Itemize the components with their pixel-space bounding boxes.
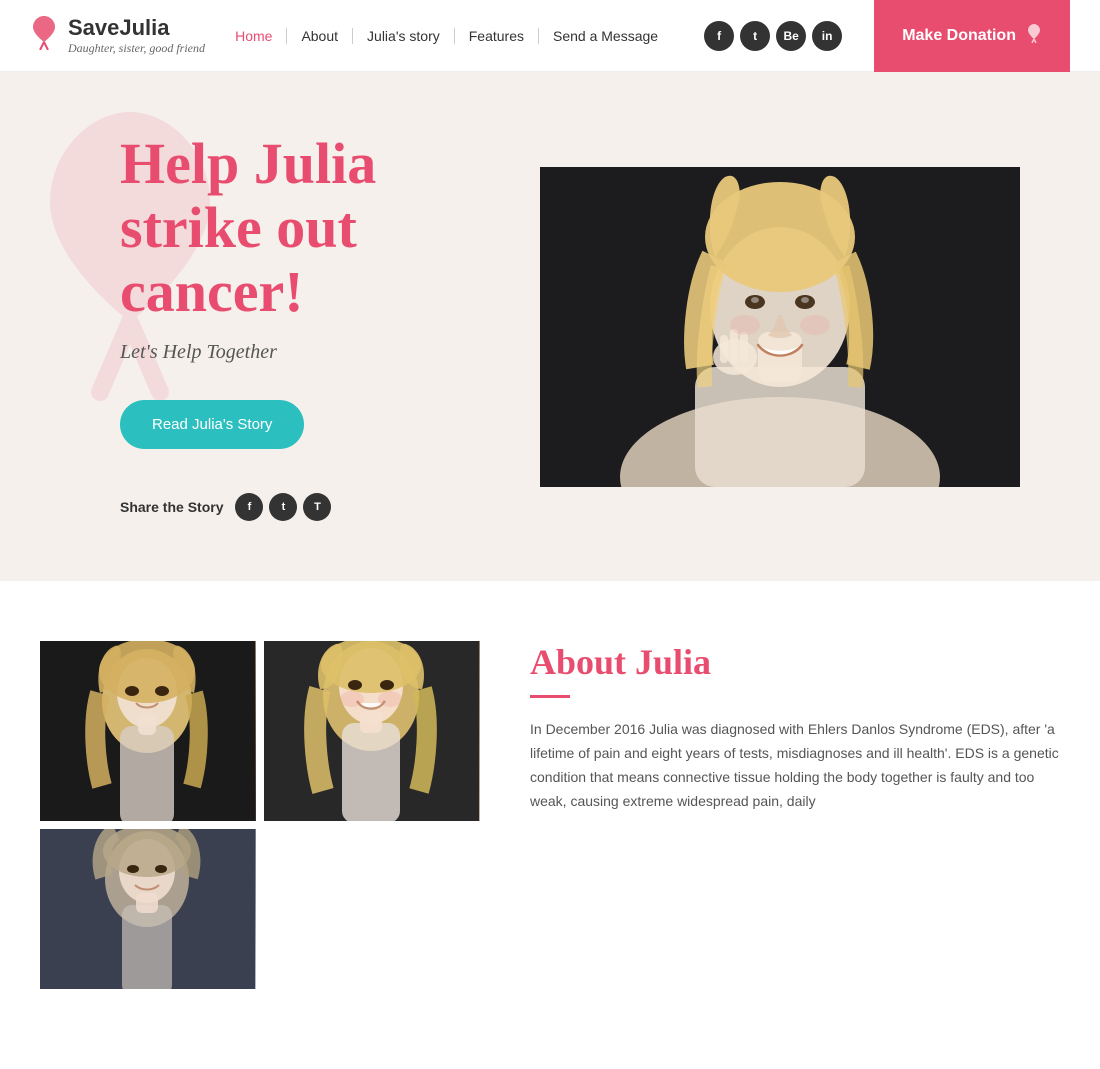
twitter-icon[interactable]: t <box>740 21 770 51</box>
about-text: In December 2016 Julia was diagnosed wit… <box>530 718 1060 813</box>
donate-ribbon-icon <box>1026 23 1042 48</box>
nav-send-message[interactable]: Send a Message <box>539 28 672 44</box>
share-icons: f t T <box>235 493 331 521</box>
share-label: Share the Story <box>120 499 223 515</box>
behance-icon[interactable]: Be <box>776 21 806 51</box>
header-social-icons: f t Be in <box>704 21 842 51</box>
share-section: Share the Story f t T <box>120 493 540 521</box>
about-divider <box>530 695 570 698</box>
donate-button[interactable]: Make Donation <box>874 0 1070 72</box>
read-story-button[interactable]: Read Julia's Story <box>120 400 304 449</box>
share-facebook-icon[interactable]: f <box>235 493 263 521</box>
logo: SaveJulia Daughter, sister, good friend <box>30 14 205 58</box>
main-nav: Home About Julia's story Features Send a… <box>221 28 672 44</box>
nav-features[interactable]: Features <box>455 28 539 44</box>
share-tumblr-icon[interactable]: T <box>303 493 331 521</box>
about-section: About Julia In December 2016 Julia was d… <box>510 641 1060 813</box>
logo-ribbon-icon <box>30 14 58 58</box>
photo-1 <box>40 641 256 821</box>
logo-subtitle: Daughter, sister, good friend <box>68 41 205 56</box>
logo-title: SaveJulia <box>68 15 205 41</box>
hero-title: Help Julia strike out cancer! <box>120 132 540 323</box>
hero-title-line3: cancer! <box>120 259 304 324</box>
donate-label: Make Donation <box>902 27 1016 45</box>
nav-about[interactable]: About <box>287 28 353 44</box>
about-title: About Julia <box>530 641 1060 683</box>
nav-julias-story[interactable]: Julia's story <box>353 28 455 44</box>
photo-3 <box>40 829 256 989</box>
hero-subtitle: Let's Help Together <box>120 341 540 364</box>
share-twitter-icon[interactable]: t <box>269 493 297 521</box>
hero-section: Help Julia strike out cancer! Let's Help… <box>0 72 1100 581</box>
photo-grid <box>40 641 480 1009</box>
nav-home[interactable]: Home <box>221 28 287 44</box>
hero-title-line2: strike out <box>120 195 357 260</box>
below-fold-section: About Julia In December 2016 Julia was d… <box>0 581 1100 1069</box>
facebook-icon[interactable]: f <box>704 21 734 51</box>
hero-title-line1: Help Julia <box>120 131 376 196</box>
header: SaveJulia Daughter, sister, good friend … <box>0 0 1100 72</box>
photo-2 <box>264 641 480 821</box>
hero-content: Help Julia strike out cancer! Let's Help… <box>120 132 540 521</box>
instagram-icon[interactable]: in <box>812 21 842 51</box>
hero-photo <box>540 167 1020 487</box>
